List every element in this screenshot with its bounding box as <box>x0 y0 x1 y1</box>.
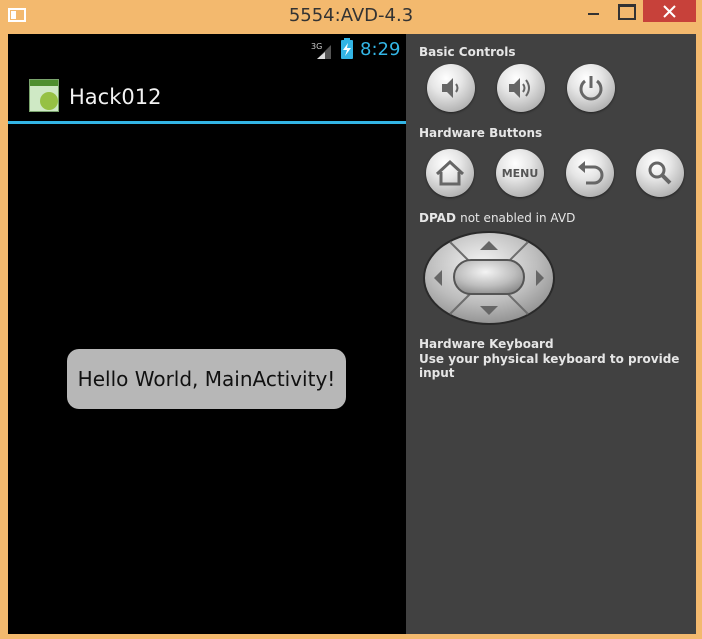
status-bar: 3G 8:29 <box>8 34 406 66</box>
battery-icon <box>341 38 353 59</box>
emulator-window: 5554:AVD-4.3 3G 8:29 Hack012 Hello World… <box>0 0 702 639</box>
hardware-buttons-label: Hardware Buttons <box>419 126 543 140</box>
power-icon <box>579 76 603 101</box>
status-clock: 8:29 <box>360 39 401 60</box>
hardware-keyboard-desc: Use your physical keyboard to provide in… <box>419 352 680 380</box>
toast-message: Hello World, MainActivity! <box>67 349 346 409</box>
signal-3g-icon: 3G <box>311 42 331 59</box>
app-launcher-icon[interactable] <box>29 79 59 112</box>
charging-bolt-icon <box>343 43 351 56</box>
volume-up-button[interactable] <box>497 64 545 112</box>
back-icon <box>578 161 604 185</box>
app-title: Hack012 <box>69 85 162 109</box>
hardware-keyboard-title: Hardware Keyboard <box>419 337 554 351</box>
device-screen[interactable]: 3G 8:29 Hack012 Hello World, MainActivit… <box>8 34 406 634</box>
back-button[interactable] <box>566 149 614 197</box>
close-button[interactable] <box>643 0 696 22</box>
menu-button-label: MENU <box>501 166 539 180</box>
maximize-button[interactable] <box>612 0 640 22</box>
network-type: 3G <box>311 42 322 51</box>
home-icon <box>435 159 465 186</box>
minimize-button[interactable] <box>580 0 608 22</box>
dpad-label: DPAD not enabled in AVD <box>419 211 575 225</box>
search-icon <box>648 161 672 185</box>
power-button[interactable] <box>567 64 615 112</box>
dpad-title: DPAD <box>419 211 456 225</box>
search-button[interactable] <box>636 149 684 197</box>
basic-controls-label: Basic Controls <box>419 45 516 59</box>
home-button[interactable] <box>426 149 474 197</box>
close-icon <box>663 5 676 18</box>
volume-up-icon <box>509 78 530 98</box>
title-bar: 5554:AVD-4.3 <box>0 0 702 32</box>
volume-down-button[interactable] <box>427 64 475 112</box>
dpad-control[interactable] <box>422 230 556 326</box>
action-bar: Hack012 <box>8 66 406 124</box>
dpad-note: not enabled in AVD <box>460 211 576 225</box>
controls-panel: Basic Controls Hardware Buttons MENU DPA… <box>406 34 696 634</box>
menu-button[interactable]: MENU <box>496 149 544 197</box>
volume-down-icon <box>442 78 459 98</box>
